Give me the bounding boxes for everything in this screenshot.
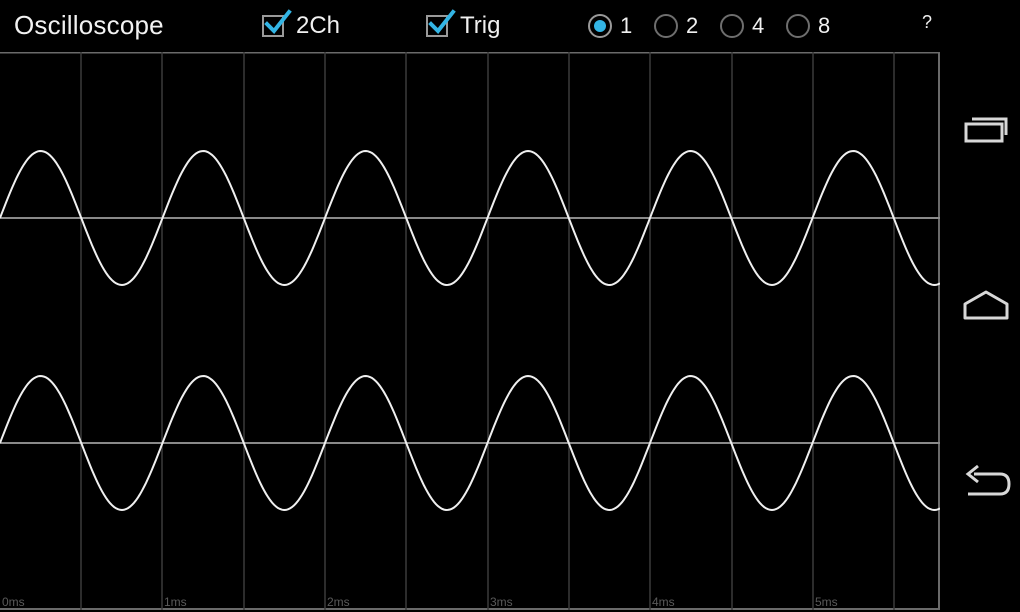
radio-option-8[interactable]: 8: [786, 12, 830, 40]
time-label: 1ms: [164, 595, 187, 609]
checkbox-trig-label: Trig: [460, 12, 501, 39]
radio-unselected-icon: [654, 14, 678, 38]
scope-display[interactable]: 0ms 1ms 2ms 3ms 4ms 5ms: [0, 52, 940, 610]
time-label: 2ms: [327, 595, 350, 609]
navigation-bar: [940, 0, 1020, 612]
time-label: 4ms: [652, 595, 675, 609]
time-label: 3ms: [490, 595, 513, 609]
radio-unselected-icon: [786, 14, 810, 38]
home-button[interactable]: [960, 282, 1012, 326]
radio-label: 2: [686, 13, 699, 38]
radio-label: 8: [818, 13, 831, 38]
help-button[interactable]: ?: [922, 12, 932, 33]
radio-label: 1: [620, 13, 633, 38]
checkmark-icon: [264, 9, 292, 35]
app-title: Oscilloscope: [14, 10, 164, 40]
radio-unselected-icon: [720, 14, 744, 38]
back-icon: [965, 464, 1011, 496]
oscilloscope-app: Oscilloscope 2Ch Trig 1 2 4 8 ? 0ms 1ms …: [0, 0, 940, 612]
recent-apps-button[interactable]: [960, 106, 1012, 150]
checkbox-box: [262, 9, 292, 37]
recent-apps-icon: [964, 117, 1008, 143]
checkbox-trig[interactable]: Trig: [426, 9, 501, 42]
checkbox-2ch[interactable]: 2Ch: [262, 9, 341, 42]
checkbox-2ch-label: 2Ch: [296, 12, 341, 39]
toolbar: Oscilloscope 2Ch Trig 1 2 4 8 ?: [0, 0, 940, 52]
time-label: 5ms: [815, 595, 838, 609]
time-label: 0ms: [2, 595, 25, 609]
checkbox-box: [426, 9, 456, 37]
back-button[interactable]: [960, 460, 1012, 504]
radio-label: 4: [752, 13, 765, 38]
checkmark-icon: [428, 9, 456, 35]
radio-option-4[interactable]: 4: [720, 12, 764, 40]
radio-option-2[interactable]: 2: [654, 12, 698, 40]
vertical-grid: [80, 52, 895, 610]
radio-selected-icon: [588, 14, 612, 38]
radio-option-1[interactable]: 1: [588, 12, 632, 40]
home-icon: [963, 290, 1009, 320]
time-axis-labels: 0ms 1ms 2ms 3ms 4ms 5ms: [2, 595, 838, 609]
